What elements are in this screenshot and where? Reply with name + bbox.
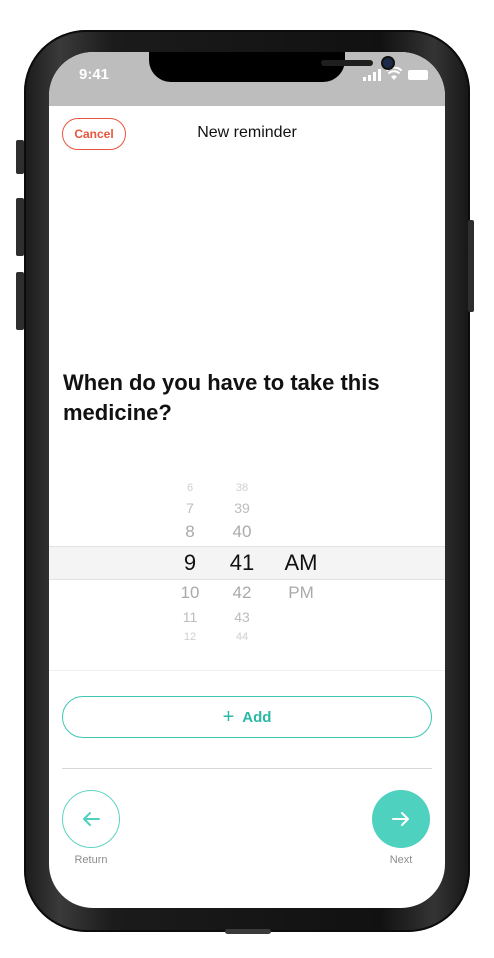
hour-option: 8 — [185, 522, 195, 541]
hour-option: 12 — [183, 631, 197, 643]
hour-option: 10 — [180, 583, 200, 602]
hour-option: 6 — [186, 482, 194, 494]
period-option: PM — [288, 583, 314, 602]
hour-option: 7 — [186, 500, 194, 516]
minute-selected: 41 — [229, 550, 255, 575]
notch — [149, 52, 393, 82]
picker-divider — [49, 670, 445, 671]
add-button-label: Add — [242, 708, 272, 726]
speaker-grille — [321, 60, 373, 66]
status-time: 9:41 — [79, 66, 110, 83]
minute-option: 42 — [232, 583, 252, 602]
hour-selected: 9 — [183, 550, 197, 575]
divider — [62, 768, 432, 769]
screen: 9:41 Cancel New reminder When do you hav… — [49, 52, 445, 908]
period-selected: AM — [284, 550, 318, 575]
hour-wheel[interactable]: 6 7 8 9 10 11 12 — [170, 478, 210, 648]
minute-option: 43 — [234, 609, 250, 625]
home-indicator — [225, 929, 271, 934]
arrow-left-icon — [83, 812, 100, 826]
question-heading: When do you have to take this medicine? — [63, 370, 380, 425]
volume-down-button — [16, 272, 24, 330]
minute-wheel[interactable]: 38 39 40 41 42 43 44 — [222, 478, 262, 648]
add-button[interactable]: + Add — [62, 696, 432, 738]
minute-option: 40 — [232, 522, 252, 541]
return-label: Return — [74, 854, 108, 866]
minute-option: 39 — [234, 500, 250, 516]
return-button[interactable] — [62, 790, 120, 848]
volume-up-button — [16, 198, 24, 256]
wifi-icon — [386, 67, 402, 80]
plus-icon: + — [222, 706, 235, 728]
next-label: Next — [389, 854, 413, 866]
power-button — [468, 220, 474, 312]
minute-option: 38 — [235, 482, 249, 494]
next-button[interactable] — [372, 790, 430, 848]
signal-icon — [363, 69, 381, 81]
front-camera — [383, 58, 393, 68]
hour-option: 11 — [182, 609, 198, 625]
minute-option: 44 — [235, 631, 249, 643]
arrow-right-icon — [392, 812, 409, 826]
page-title: New reminder — [197, 124, 297, 141]
mute-switch — [16, 140, 24, 174]
period-wheel[interactable]: AM PM — [276, 478, 326, 648]
battery-icon — [408, 70, 428, 80]
